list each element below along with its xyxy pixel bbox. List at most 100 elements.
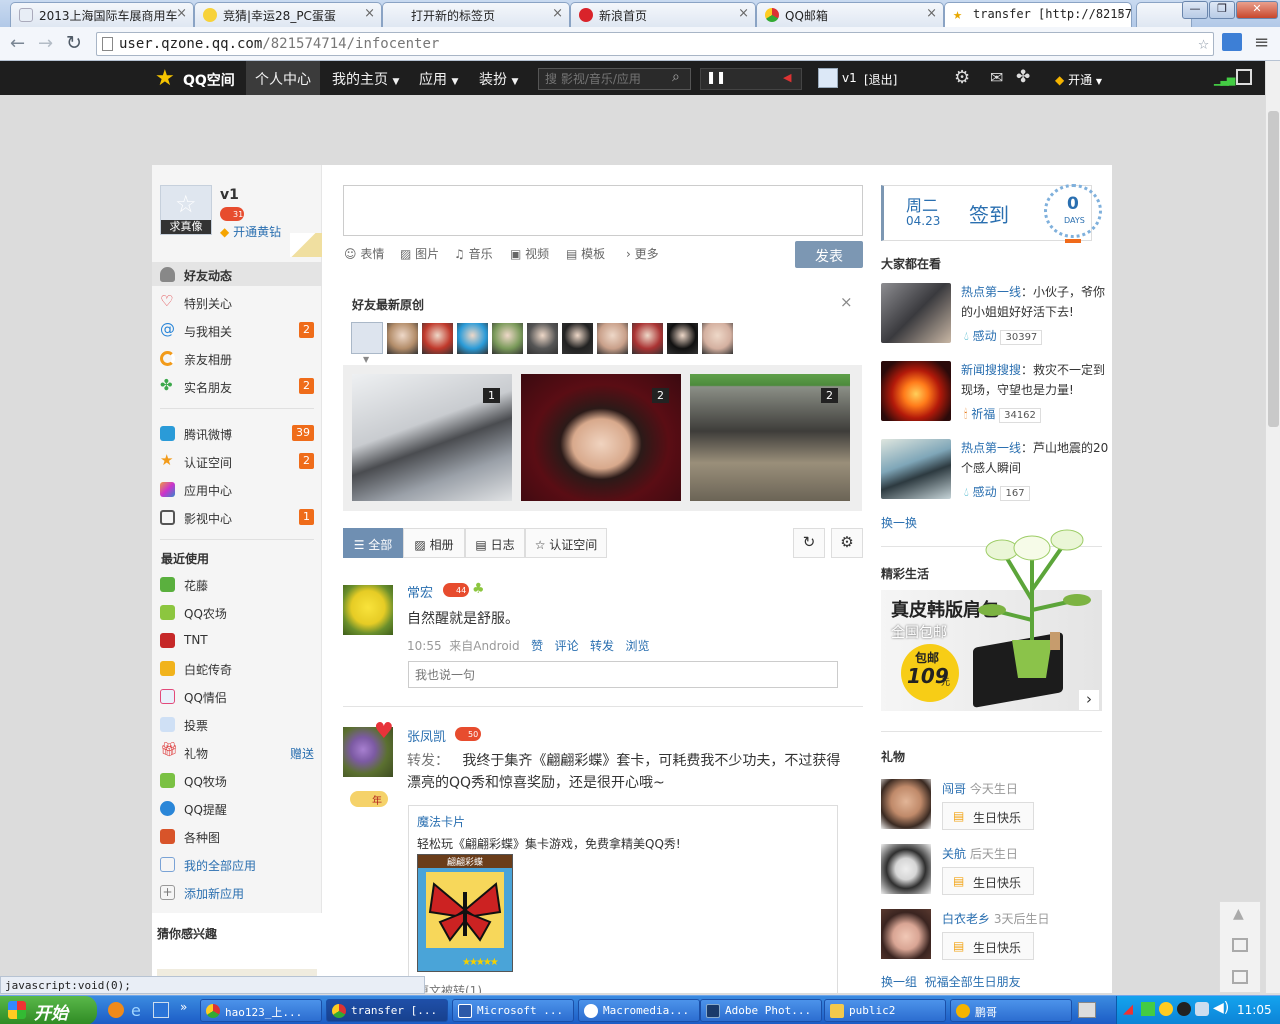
browser-tab-active[interactable]: ★ transfer [http://82157 × (944, 2, 1132, 27)
back-to-top-icon[interactable]: ▲ (1233, 906, 1244, 922)
reply-input[interactable] (408, 661, 838, 688)
wrench-menu-icon[interactable]: ≡ (1254, 32, 1269, 53)
taskbar-window-active[interactable]: transfer [... (326, 999, 448, 1022)
filter-tab-album[interactable]: ▨ 相册 (403, 528, 465, 558)
chevron-right-icon[interactable]: › (1079, 690, 1099, 710)
recent-app-item[interactable]: TNT (160, 631, 314, 651)
leftnav-item[interactable]: ★ 认证空间 2 (160, 451, 314, 472)
taskbar-window[interactable]: Microsoft ... (452, 999, 574, 1022)
hot-tag-link[interactable]: 热点第一线 (961, 441, 1021, 455)
hot-tag-link[interactable]: 热点第一线 (961, 285, 1021, 299)
add-app-link[interactable]: + 添加新应用 (160, 883, 314, 903)
leftnav-item[interactable]: 亲友相册 (160, 349, 314, 369)
friend-avatar[interactable] (527, 323, 558, 354)
hot-reaction[interactable]: 💧︎ 感动 167 (964, 483, 1030, 501)
close-icon[interactable]: × (1117, 6, 1125, 21)
signin-label[interactable]: 签到 (969, 199, 1009, 228)
music-player[interactable]: ❚❚ ◀ (700, 68, 802, 90)
friend-avatar[interactable] (667, 323, 698, 354)
all-apps-link[interactable]: 我的全部应用 (160, 855, 314, 875)
hot-thumb[interactable] (881, 439, 951, 499)
browser-tab[interactable]: 打开新的标签页 × (382, 2, 570, 27)
nav-my-home[interactable]: 我的主页 ▼ (332, 69, 399, 89)
template-tool[interactable]: ▤ 模板 (566, 245, 605, 262)
friend-avatar[interactable] (881, 779, 931, 829)
bless-all-link[interactable]: 祝福全部生日朋友 (925, 975, 1021, 989)
volume-icon[interactable]: ◀) (1213, 1000, 1229, 1016)
happy-birthday-button[interactable]: ▤ 生日快乐 (942, 802, 1034, 830)
leftnav-item[interactable]: 影视中心 1 (160, 508, 314, 528)
friend-photo[interactable]: 1 (352, 374, 512, 501)
quicklaunch-more-icon[interactable]: » (180, 1000, 187, 1014)
browser-tab[interactable]: QQ邮箱 × (756, 2, 944, 27)
hot-thumb[interactable] (881, 283, 951, 343)
firefox-icon[interactable] (108, 1002, 124, 1018)
publish-button[interactable]: 发表 (795, 241, 863, 268)
back-icon[interactable]: ← (10, 33, 25, 54)
user-avatar-small[interactable] (818, 68, 838, 88)
recent-app-item[interactable]: 🎁︎ 礼物 赠送 (160, 742, 314, 763)
qzone-search-input[interactable] (538, 68, 691, 90)
bag-ad-banner[interactable]: 真皮韩版肩包 全国包邮 包邮 109 元 › (881, 590, 1102, 711)
leftnav-item[interactable]: @ 与我相关 2 (160, 320, 314, 341)
forward-icon[interactable]: → (38, 33, 53, 54)
recent-app-item[interactable]: QQ情侣 (160, 687, 314, 707)
feed-settings-button[interactable]: ⚙ (831, 528, 863, 558)
refresh-button[interactable]: ↻ (793, 528, 825, 558)
scrollbar-thumb[interactable] (1268, 111, 1279, 427)
taskbar-window[interactable]: public2 (824, 999, 946, 1022)
tray-app-icon[interactable]: ◢ (1123, 1002, 1133, 1017)
friend-avatar[interactable] (632, 323, 663, 354)
close-icon[interactable]: × (364, 6, 375, 21)
status-composer[interactable] (343, 185, 863, 236)
tray-app-icon[interactable] (1159, 1002, 1173, 1016)
shared-card[interactable]: 魔法卡片 轻松玩《翩翩彩蝶》集卡游戏，免费拿精美QQ秀! 翩翩彩蝶 ★★★★★ … (408, 805, 838, 993)
recent-app-item[interactable]: QQ提醒 (160, 799, 314, 819)
leftnav-item[interactable]: 腾讯微博 39 (160, 424, 314, 444)
nav-decorate[interactable]: 装扮 ▼ (479, 69, 518, 89)
taskbar-window[interactable]: Macromedia... (578, 999, 700, 1022)
more-tool[interactable]: › 更多 (626, 245, 659, 262)
taskbar-window[interactable]: 鹏哥 (950, 999, 1072, 1022)
browser-tab[interactable]: 新浪首页 × (570, 2, 756, 27)
maximize-button[interactable]: ❐ (1209, 1, 1235, 19)
qq-music-icon[interactable] (153, 1002, 169, 1018)
window-icon[interactable] (1236, 69, 1252, 85)
qq-penguin-icon[interactable] (1177, 1002, 1191, 1016)
send-gift-link[interactable]: 赠送 (290, 745, 314, 762)
hot-tag-link[interactable]: 新闻搜搜搜 (961, 363, 1021, 377)
extension-icon[interactable] (1222, 33, 1242, 51)
filter-tab-certified[interactable]: ☆ 认证空间 (525, 528, 607, 558)
friend-avatar[interactable] (387, 323, 418, 354)
close-icon[interactable]: × (738, 6, 749, 21)
friend-avatar[interactable] (492, 323, 523, 354)
reload-icon[interactable]: ↻ (66, 32, 82, 54)
network-icon[interactable] (1195, 1002, 1209, 1016)
open-vip-menu[interactable]: ◆ 开通 ▼ (1055, 71, 1102, 88)
taskbar-window[interactable]: Adobe Phot... (700, 999, 822, 1022)
repost-count[interactable]: 原文被转(1) (417, 982, 482, 993)
recent-app-item[interactable]: 投票 (160, 715, 314, 735)
leftnav-item[interactable]: ♡ 特别关心 (160, 292, 314, 313)
clover-icon[interactable]: ✤ (1016, 67, 1030, 87)
hot-thumb[interactable] (881, 361, 951, 421)
friend-photo[interactable]: 2 (690, 374, 850, 501)
like-link[interactable]: 赞 (531, 639, 543, 653)
friend-name-link[interactable]: 白衣老乡 (942, 912, 990, 926)
view-link[interactable]: 浏览 (626, 639, 650, 653)
ie-icon[interactable]: e (131, 1001, 141, 1020)
pause-icon[interactable]: ❚❚ (706, 70, 726, 84)
card-title-link[interactable]: 魔法卡片 (417, 813, 465, 830)
music-tool[interactable]: ♫ 音乐 (454, 245, 493, 262)
taskbar-window[interactable]: hao123_上... (200, 999, 322, 1022)
friend-name-link[interactable]: 闯哥 (942, 782, 966, 796)
filter-tab-all[interactable]: ☰ 全部 (343, 528, 403, 558)
feed-author[interactable]: 张凤凯 (407, 726, 446, 745)
nav-personal-center[interactable]: 个人中心 (255, 69, 311, 89)
browser-tab[interactable]: 2013上海国际车展商用车 × (10, 2, 194, 27)
friend-avatar[interactable] (702, 323, 733, 354)
magic-card-image[interactable]: 翩翩彩蝶 ★★★★★ (417, 854, 513, 972)
filter-tab-blog[interactable]: ▤ 日志 (465, 528, 525, 558)
speaker-icon[interactable]: ◀ (783, 71, 791, 84)
close-icon[interactable]: × (926, 6, 937, 21)
